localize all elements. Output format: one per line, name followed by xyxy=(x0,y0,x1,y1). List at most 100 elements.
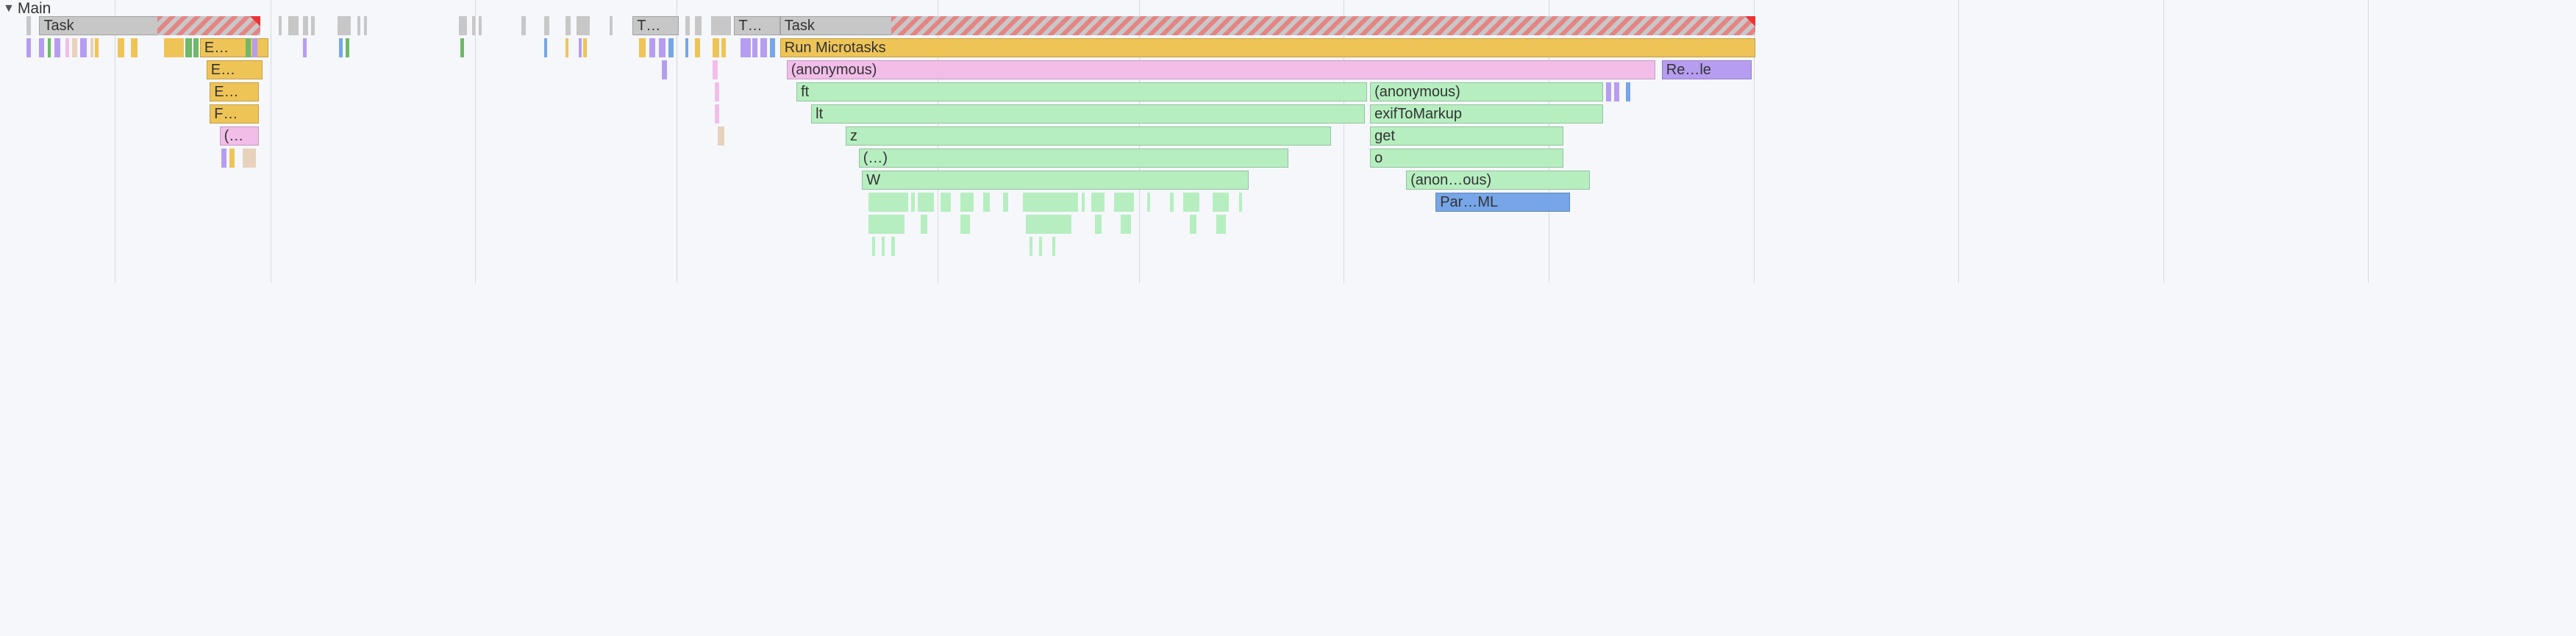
flame-sliver[interactable] xyxy=(770,38,775,57)
flame-sliver[interactable] xyxy=(565,38,568,57)
flame-sliver[interactable] xyxy=(1626,82,1631,101)
flame-sliver[interactable] xyxy=(741,38,750,57)
flame-sliver[interactable] xyxy=(1095,215,1102,234)
flame-sliver[interactable] xyxy=(960,193,974,212)
flame-sliver[interactable] xyxy=(868,215,905,234)
call-w[interactable]: W xyxy=(862,171,1249,190)
call-e[interactable]: E… xyxy=(200,38,269,57)
flame-sliver[interactable] xyxy=(649,38,656,57)
call-exif[interactable]: exifToMarkup xyxy=(1370,104,1602,124)
flame-sliver[interactable] xyxy=(685,38,688,57)
flame-sliver[interactable] xyxy=(279,16,282,35)
flame-sliver[interactable] xyxy=(911,193,914,212)
flame-sliver[interactable] xyxy=(918,193,934,212)
flame-sliver[interactable] xyxy=(1239,193,1242,212)
flame-sliver[interactable] xyxy=(26,16,32,35)
call-lt[interactable]: lt xyxy=(811,104,1365,124)
flame-sliver[interactable] xyxy=(1606,82,1611,101)
flame-sliver[interactable] xyxy=(459,16,467,35)
call-o[interactable]: o xyxy=(1370,149,1563,168)
flame-sliver[interactable] xyxy=(303,16,308,35)
task-bar-3[interactable]: T… xyxy=(734,16,779,35)
flame-sliver[interactable] xyxy=(185,38,192,57)
call-ft[interactable]: ft xyxy=(796,82,1367,101)
flame-sliver[interactable] xyxy=(26,38,32,57)
flame-sliver[interactable] xyxy=(544,38,547,57)
flame-sliver[interactable] xyxy=(721,38,727,57)
flame-sliver[interactable] xyxy=(668,38,674,57)
flame-sliver[interactable] xyxy=(39,38,44,57)
flame-sliver[interactable] xyxy=(715,82,720,101)
flame-sliver[interactable] xyxy=(54,38,61,57)
task-bar-2[interactable]: T… xyxy=(632,16,678,35)
flame-sliver[interactable] xyxy=(118,38,124,57)
anonymous-2[interactable]: (anonymous) xyxy=(1370,82,1602,101)
flame-sliver[interactable] xyxy=(565,16,571,35)
anonymous-3[interactable]: (anon…ous) xyxy=(1406,171,1590,190)
flame-sliver[interactable] xyxy=(1052,237,1055,256)
flame-sliver[interactable] xyxy=(311,16,314,35)
flame-sliver[interactable] xyxy=(659,38,666,57)
flame-sliver[interactable] xyxy=(338,16,351,35)
flame-sliver[interactable] xyxy=(1114,193,1134,212)
flame-sliver[interactable] xyxy=(760,38,767,57)
flame-sliver[interactable] xyxy=(221,149,226,168)
flame-sliver[interactable] xyxy=(1121,215,1130,234)
flame-sliver[interactable] xyxy=(960,215,970,234)
flame-sliver[interactable] xyxy=(579,38,582,57)
flame-sliver[interactable] xyxy=(1091,193,1105,212)
flame-sliver[interactable] xyxy=(941,193,950,212)
call-e2[interactable]: E… xyxy=(207,60,263,79)
flame-sliver[interactable] xyxy=(1614,82,1619,101)
flame-sliver[interactable] xyxy=(662,60,667,79)
flame-sliver[interactable] xyxy=(80,38,87,57)
flame-sliver[interactable] xyxy=(891,237,894,256)
flame-sliver[interactable] xyxy=(868,193,907,212)
flame-sliver[interactable] xyxy=(339,38,342,57)
flame-sliver[interactable] xyxy=(577,16,590,35)
flame-sliver[interactable] xyxy=(695,16,702,35)
flame-sliver[interactable] xyxy=(544,16,549,35)
flame-sliver[interactable] xyxy=(1213,193,1229,212)
flame-sliver[interactable] xyxy=(583,38,586,57)
flame-sliver[interactable] xyxy=(1216,215,1226,234)
call-get[interactable]: get xyxy=(1370,126,1563,146)
flame-sliver[interactable] xyxy=(303,38,306,57)
flame-sliver[interactable] xyxy=(921,215,927,234)
call-e3[interactable]: E… xyxy=(210,82,259,101)
flame-sliver[interactable] xyxy=(1170,193,1173,212)
track-header[interactable]: ▼ Main xyxy=(0,0,54,18)
call-paren[interactable]: (… xyxy=(220,126,259,146)
flame-sliver[interactable] xyxy=(718,126,724,146)
flame-sliver[interactable] xyxy=(479,16,482,35)
flame-sliver[interactable] xyxy=(1003,193,1008,212)
flame-sliver[interactable] xyxy=(1030,237,1032,256)
run-microtasks[interactable]: Run Microtasks xyxy=(780,38,1755,57)
flame-sliver[interactable] xyxy=(1183,193,1199,212)
flame-sliver[interactable] xyxy=(713,38,719,57)
flame-sliver[interactable] xyxy=(695,38,700,57)
flame-sliver[interactable] xyxy=(364,16,367,35)
flame-sliver[interactable] xyxy=(90,38,93,57)
flame-sliver[interactable] xyxy=(95,38,98,57)
flame-sliver[interactable] xyxy=(246,38,251,57)
flame-sliver[interactable] xyxy=(685,16,691,35)
flame-sliver[interactable] xyxy=(243,149,256,168)
call-z[interactable]: z xyxy=(846,126,1331,146)
flame-sliver[interactable] xyxy=(460,38,463,57)
flame-sliver[interactable] xyxy=(288,16,298,35)
flame-sliver[interactable] xyxy=(1147,193,1150,212)
flame-sliver[interactable] xyxy=(715,104,720,124)
flame-sliver[interactable] xyxy=(131,38,138,57)
recalc-style[interactable]: Re…le xyxy=(1662,60,1752,79)
anonymous-1[interactable]: (anonymous) xyxy=(787,60,1655,79)
parse-html[interactable]: Par…ML xyxy=(1435,193,1570,212)
flame-sliver[interactable] xyxy=(1039,237,1042,256)
flame-sliver[interactable] xyxy=(357,16,360,35)
flame-sliver[interactable] xyxy=(1082,193,1085,212)
flame-sliver[interactable] xyxy=(610,16,613,35)
flame-sliver[interactable] xyxy=(521,16,527,35)
flame-sliver[interactable] xyxy=(164,38,184,57)
flame-sliver[interactable] xyxy=(752,38,757,57)
flame-sliver[interactable] xyxy=(346,38,349,57)
